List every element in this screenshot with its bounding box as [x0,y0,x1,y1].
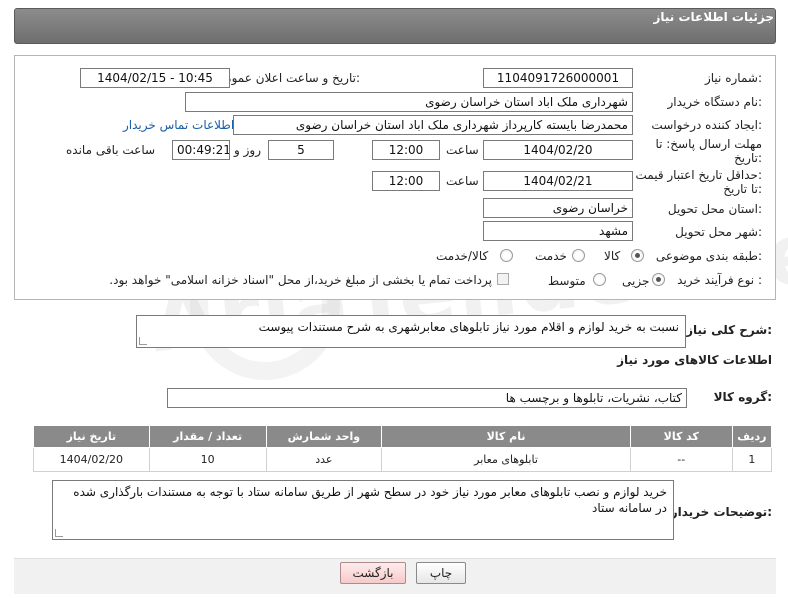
summary-label: شرح کلی نیاز: [686,323,772,337]
province-field: خراسان رضوی [483,198,633,218]
cell-name: تابلوهای معابر [381,447,631,472]
goods-table-header: ردیف کد کالا نام کالا واحد شمارش تعداد /… [33,425,773,448]
city-field: مشهد [483,221,633,241]
resize-handle-icon [139,337,147,345]
validity-time-label: ساعت [446,174,479,188]
summary-text: نسبت به خرید لوازم و اقلام مورد نیاز تاب… [258,320,679,334]
purchase-option-medium: متوسط [548,274,586,288]
validity-label-line1: حداقل تاریخ اعتبار قیمت: [635,168,762,182]
city-label: شهر محل تحویل: [675,225,762,239]
back-button[interactable]: بازگشت [340,562,406,584]
deadline-date-field: 1404/02/20 [483,140,633,160]
days-field: 5 [268,140,334,160]
remaining-time-label: ساعت باقی مانده [66,143,156,157]
deadline-time-label: ساعت [446,143,479,157]
treasury-note: پرداخت تمام یا بخشی از مبلغ خرید،از محل … [109,273,492,287]
category-option-service: خدمت [535,249,567,263]
purchase-option-minor: جزیی [622,274,650,288]
category-label: طبقه بندی موضوعی: [655,249,762,263]
category-radio-service[interactable] [572,249,585,262]
announce-field: 1404/02/15 - 10:45 [80,68,230,88]
validity-time-field: 12:00 [372,171,440,191]
col-code: کد کالا [629,425,733,448]
goods-group-label: گروه کالا: [713,390,772,404]
need-number-field: 1104091726000001 [483,68,633,88]
table-row: 1 -- تابلوهای معابر عدد 10 1404/02/20 [33,447,773,472]
col-need-date: تاریخ نیاز [33,425,150,448]
creator-field: محمدرضا بایسته کارپرداز شهرداری ملک اباد… [233,115,633,135]
print-button[interactable]: چاپ [416,562,466,584]
resize-handle-icon [55,529,63,537]
creator-label: ایجاد کننده درخواست: [651,118,762,132]
cell-row: 1 [731,447,773,472]
purchase-type-label: نوع فرآیند خرید : [677,273,762,287]
purchase-radio-medium[interactable] [593,273,606,286]
page-title: جزئیات اطلاعات نیاز [653,10,774,24]
cell-code: -- [629,447,733,472]
treasury-checkbox[interactable] [497,273,509,285]
buyer-org-label: نام دستگاه خریدار: [667,95,763,109]
validity-date-field: 1404/02/21 [483,171,633,191]
category-option-goods-service: کالا/خدمت [436,249,489,263]
buyer-notes-label: توضیحات خریدار: [670,505,772,519]
summary-textarea[interactable]: نسبت به خرید لوازم و اقلام مورد نیاز تاب… [136,315,686,348]
cell-quantity: 10 [148,447,267,472]
category-radio-goods[interactable] [631,249,644,262]
category-radio-goods-service[interactable] [500,249,513,262]
need-number-label: شماره نیاز: [704,71,762,85]
buyer-notes-textarea[interactable]: خرید لوازم و نصب تابلوهای معابر مورد نیا… [52,480,674,540]
col-quantity: تعداد / مقدار [148,425,267,448]
col-name: نام کالا [381,425,631,448]
purchase-radio-minor[interactable] [652,273,665,286]
days-label: روز و [234,143,261,157]
col-unit: واحد شمارش [265,425,383,448]
province-label: استان محل تحویل: [667,202,762,216]
category-option-goods: کالا [604,249,621,263]
buyer-org-field: شهرداری ملک اباد استان خراسان رضوی [185,92,633,112]
goods-section-title: اطلاعات کالاهای مورد نیاز [617,353,772,367]
deadline-label-line2: تاریخ: [734,151,762,165]
deadline-time-field: 12:00 [372,140,440,160]
announce-label: تاریخ و ساعت اعلان عمومی: [215,71,360,85]
cell-unit: عدد [265,447,383,472]
buyer-notes-text: خرید لوازم و نصب تابلوهای معابر مورد نیا… [73,485,667,515]
buyer-contact-link[interactable]: اطلاعات تماس خریدار [123,118,234,132]
deadline-label-line1: مهلت ارسال پاسخ: تا [655,137,762,151]
goods-group-field: کتاب، نشریات، تابلوها و برچسب ها [167,388,687,408]
cell-need-date: 1404/02/20 [33,447,150,472]
validity-label-line2: تا تاریخ: [723,182,762,196]
goods-table: ردیف کد کالا نام کالا واحد شمارش تعداد /… [33,425,773,472]
col-row: ردیف [731,425,773,448]
remaining-time-field: 00:49:21 [172,140,230,160]
